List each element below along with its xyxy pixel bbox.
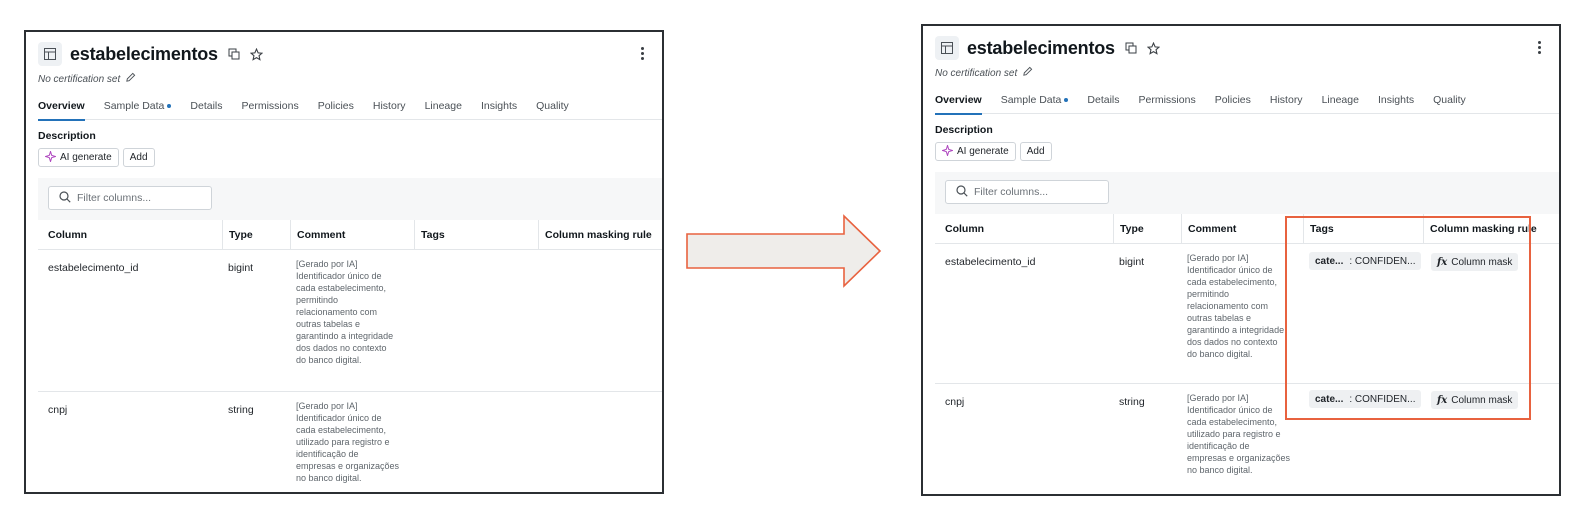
transition-arrow-icon [686,214,882,288]
column-type: string [1119,396,1145,408]
before-screenshot-panel: estabelecimentos No certification set Ov… [24,30,664,494]
header-column[interactable]: Column [935,214,984,244]
tab-history[interactable]: History [1270,90,1303,114]
header-type[interactable]: Type [222,220,253,250]
tab-sample-data[interactable]: Sample Data [1001,90,1069,114]
filter-placeholder: Filter columns... [77,192,152,204]
tab-policies[interactable]: Policies [318,96,354,120]
table-row: estabelecimento_id bigint [Gerado por IA… [38,250,662,392]
page-title: estabelecimentos [70,43,218,64]
page-header: estabelecimentos [38,40,650,68]
add-description-button[interactable]: Add [122,148,155,167]
tab-lineage[interactable]: Lineage [425,96,462,120]
unread-dot [167,104,172,109]
tab-quality[interactable]: Quality [536,96,569,120]
copy-icon[interactable] [1125,42,1137,54]
column-comment: [Gerado por IA] Identificador único de c… [296,259,394,365]
table-icon [38,42,62,66]
tab-policies[interactable]: Policies [1215,90,1251,114]
filter-columns-input[interactable]: Filter columns... [945,180,1109,204]
sparkle-icon [940,143,955,159]
header-column[interactable]: Column [38,220,87,250]
kebab-menu-icon[interactable] [1531,36,1547,58]
column-name[interactable]: cnpj [945,396,964,408]
column-name[interactable]: estabelecimento_id [48,262,138,274]
columns-table-header: Column Type Comment Tags Column masking … [38,220,662,250]
ai-generate-button[interactable]: AI generate [38,148,119,167]
filter-columns-input[interactable]: Filter columns... [48,186,212,210]
pencil-icon[interactable] [1022,66,1033,80]
table-row: cnpj string [Gerado por IA] Identificado… [38,392,662,492]
tab-permissions[interactable]: Permissions [1139,90,1196,114]
description-label: Description [935,124,993,136]
tab-insights[interactable]: Insights [1378,90,1414,114]
certification-text: No certification set [935,67,1018,79]
search-icon [59,190,71,206]
header-comment[interactable]: Comment [1181,214,1236,244]
add-description-button[interactable]: Add [1019,142,1052,161]
star-icon[interactable] [249,47,263,61]
table-icon [935,36,959,60]
sparkle-icon [43,149,58,165]
header-tags[interactable]: Tags [414,220,445,250]
filter-toolbar: Filter columns... [935,172,1559,214]
tab-lineage[interactable]: Lineage [1322,90,1359,114]
column-name[interactable]: cnpj [48,404,67,416]
column-type: bigint [228,262,254,274]
tab-bar: Overview Sample Data Details Permissions… [935,90,1559,115]
highlight-box [1285,216,1531,420]
kebab-menu-icon[interactable] [634,42,650,64]
column-comment: [Gerado por IA] Identificador único de c… [296,401,400,483]
after-screenshot-panel: estabelecimentos No certification set Ov… [921,24,1561,496]
tab-insights[interactable]: Insights [481,96,517,120]
ai-generate-button[interactable]: AI generate [935,142,1016,161]
page-title: estabelecimentos [967,37,1115,58]
description-label: Description [38,130,96,142]
certification-status: No certification set [935,66,1033,80]
pencil-icon[interactable] [125,72,136,86]
page-header: estabelecimentos [935,34,1547,62]
certification-text: No certification set [38,73,121,85]
tab-permissions[interactable]: Permissions [242,96,299,120]
column-name[interactable]: estabelecimento_id [945,256,1035,268]
header-masking-rule[interactable]: Column masking rule [538,220,652,250]
tab-bar: Overview Sample Data Details Permissions… [38,96,662,121]
tab-quality[interactable]: Quality [1433,90,1466,114]
star-icon[interactable] [1146,41,1160,55]
tab-sample-data[interactable]: Sample Data [104,96,172,120]
tab-overview[interactable]: Overview [935,90,982,115]
search-icon [956,184,968,200]
header-comment[interactable]: Comment [290,220,345,250]
tab-details[interactable]: Details [190,96,222,120]
column-type: bigint [1119,256,1145,268]
filter-placeholder: Filter columns... [974,186,1049,198]
tab-overview[interactable]: Overview [38,96,85,121]
certification-status: No certification set [38,72,136,86]
header-type[interactable]: Type [1113,214,1144,244]
column-type: string [228,404,254,416]
filter-toolbar: Filter columns... [38,178,662,220]
copy-icon[interactable] [228,48,240,60]
tab-details[interactable]: Details [1087,90,1119,114]
unread-dot [1064,98,1069,103]
tab-history[interactable]: History [373,96,406,120]
